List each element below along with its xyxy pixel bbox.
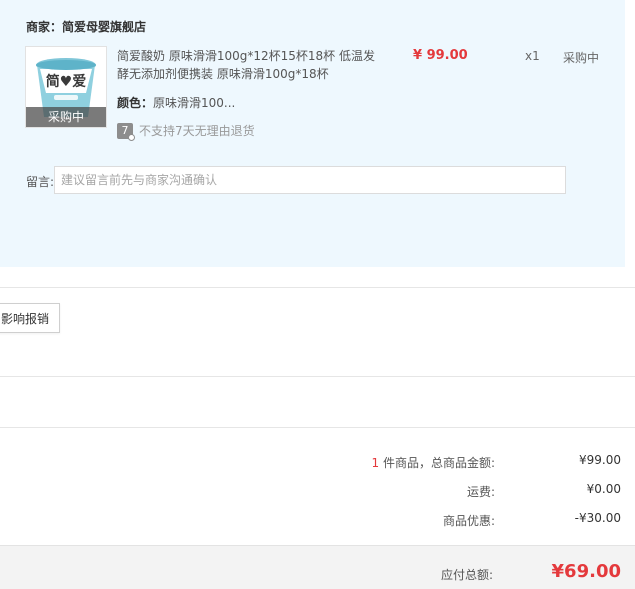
order-card: 商家：简爱母婴旗舰店 简♥爱 采购中 简爱酸奶 原味滑滑100g*12杯15杯1… [0, 0, 625, 267]
total-label: 应付总额: [440, 568, 493, 582]
memo-input[interactable] [54, 166, 566, 194]
color-label: 颜色： [117, 96, 154, 110]
total-bar [0, 545, 635, 589]
no-return-notice: 7 不支持7天无理由退货 [117, 122, 255, 141]
merchant-name[interactable]: 商家：简爱母婴旗舰店 [26, 18, 146, 35]
discount-value: -¥30.00 [574, 511, 621, 525]
product-thumbnail[interactable]: 简♥爱 采购中 [25, 46, 107, 128]
item-status: 采购中 [563, 51, 600, 65]
no-return-icon: 7 [117, 122, 135, 141]
divider [0, 287, 635, 288]
no-return-text: 不支持7天无理由退货 [139, 124, 255, 138]
color-value: 原味滑滑100... [153, 96, 236, 110]
divider [0, 376, 635, 377]
goods-amount-value: ¥99.00 [579, 453, 621, 467]
divider [0, 427, 635, 428]
shipping-label: 运费: [466, 485, 495, 499]
reimburse-button[interactable]: 影响报销 [0, 303, 61, 333]
item-price: ¥ 99.00 [413, 48, 468, 63]
total-amount: ¥69.00 [551, 561, 621, 582]
shipping-value: ¥0.00 [586, 482, 621, 496]
thumb-brand-text: 简♥爱 [45, 74, 87, 90]
discount-label: 商品优惠: [442, 514, 495, 528]
product-title[interactable]: 简爱酸奶 原味滑滑100g*12杯15杯18杯 低温发酵无添加剂便携装 原味滑滑… [117, 47, 377, 83]
item-count: 1 [371, 456, 380, 470]
goods-amount-label: 1 件商品，总商品金额: [371, 456, 496, 470]
item-quantity: x1 [525, 49, 540, 63]
product-color-row: 颜色：原味滑滑100... [117, 94, 235, 111]
memo-label: 留言: [26, 175, 55, 189]
thumb-status-overlay: 采购中 [26, 107, 106, 127]
